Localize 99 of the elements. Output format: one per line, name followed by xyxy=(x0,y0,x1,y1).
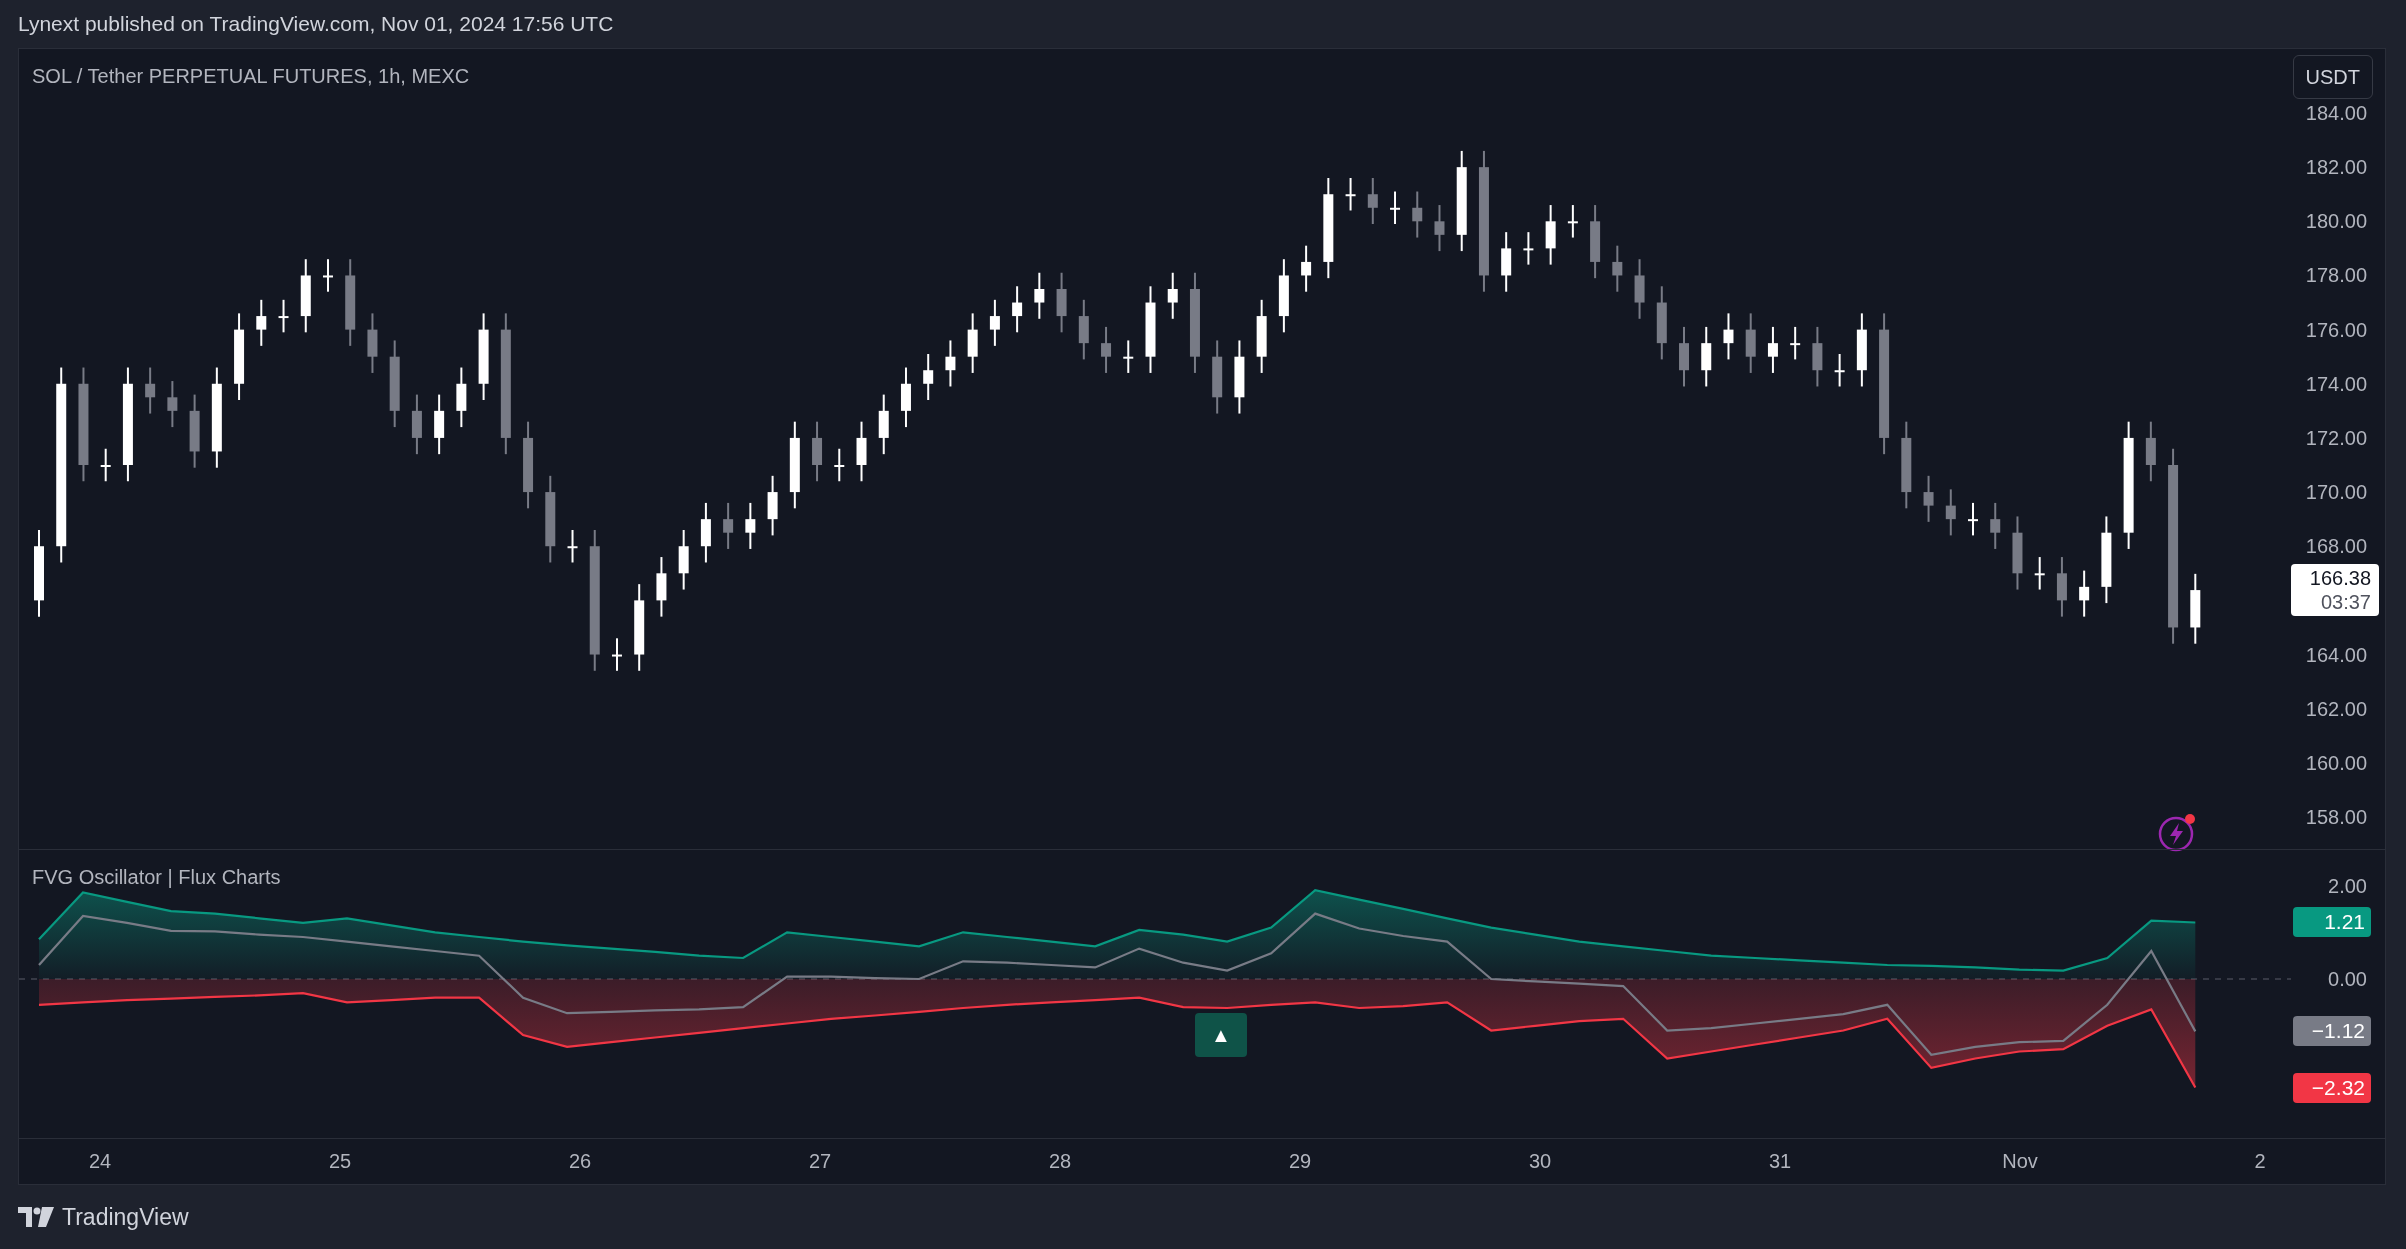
candle xyxy=(878,393,889,456)
price-axis-label: 184.00 xyxy=(2305,101,2367,125)
candle xyxy=(745,501,756,550)
candle xyxy=(1056,271,1067,334)
last-value-label: −1.12 xyxy=(2293,1016,2371,1047)
candle xyxy=(967,312,978,374)
candle xyxy=(1301,244,1312,293)
logo-icon xyxy=(18,1207,54,1227)
last-price: 166.38 xyxy=(2309,566,2371,591)
candle xyxy=(367,312,378,374)
candle xyxy=(1990,501,2001,550)
price-axis-label: 162.00 xyxy=(2305,696,2367,721)
candle xyxy=(1501,231,1512,293)
candle xyxy=(256,298,267,347)
time-axis-label: 30 xyxy=(1528,1149,1552,1173)
candle xyxy=(678,529,689,591)
price-axis-label: 172.00 xyxy=(2305,425,2367,450)
candle xyxy=(1679,325,1689,388)
last-value-label: 1.21 xyxy=(2293,907,2371,938)
candle xyxy=(767,474,778,537)
candle xyxy=(1523,231,1534,266)
time-axis-label: 26 xyxy=(568,1149,592,1173)
price-axis-label: 160.00 xyxy=(2305,750,2367,775)
candle xyxy=(1612,244,1623,293)
price-axis-label: 168.00 xyxy=(2305,534,2367,559)
candle xyxy=(2034,556,2045,591)
candle xyxy=(812,420,823,483)
candle xyxy=(1345,177,1356,212)
candle xyxy=(1767,325,1778,374)
indicator-title: FVG Oscillator | Flux Charts xyxy=(32,865,281,890)
candle xyxy=(1034,271,1045,320)
candle xyxy=(2056,556,2067,618)
candle xyxy=(700,501,711,564)
candle xyxy=(2079,569,2090,618)
candle xyxy=(1078,298,1089,361)
signal-label: ▲ xyxy=(1195,1013,1247,1057)
candle xyxy=(945,339,956,388)
candle xyxy=(1701,325,1712,388)
candle xyxy=(1367,177,1378,225)
countdown: 03:37 xyxy=(2320,590,2371,615)
time-axis-label: 25 xyxy=(328,1149,352,1173)
publish-info: Lynext published on TradingView.com, Nov 01, 2024 17:56 UTC xyxy=(18,11,614,38)
time-axis-label: 29 xyxy=(1288,1149,1312,1173)
candle xyxy=(167,380,178,429)
oscillator-axis-label: 0.00 xyxy=(2328,967,2367,992)
candle xyxy=(900,366,911,429)
candle xyxy=(1545,204,1556,266)
currency-button[interactable]: USDT xyxy=(2292,55,2373,99)
candle xyxy=(1412,190,1423,239)
time-axis-label: 31 xyxy=(1768,1149,1792,1173)
time-axis-label: 2 xyxy=(2254,1149,2266,1173)
last-value-label: −2.32 xyxy=(2293,1072,2371,1103)
candle xyxy=(856,420,867,483)
time-axis-label: 28 xyxy=(1048,1149,1072,1173)
candle xyxy=(656,556,667,618)
candle xyxy=(411,393,422,456)
price-axis-label: 180.00 xyxy=(2305,209,2367,234)
candle xyxy=(723,501,734,550)
time-axis-label: Nov xyxy=(2002,1149,2038,1173)
candle xyxy=(923,353,934,401)
candle xyxy=(2145,420,2156,483)
candle xyxy=(1101,325,1112,374)
candle xyxy=(1812,325,1823,388)
candle xyxy=(1634,258,1645,320)
price-axis-label: 182.00 xyxy=(2305,155,2367,180)
candle xyxy=(1390,190,1401,225)
candle xyxy=(1123,339,1134,374)
candle xyxy=(1968,501,1978,537)
candle xyxy=(834,447,845,483)
price-axis-label: 174.00 xyxy=(2305,371,2367,396)
candle xyxy=(145,366,156,415)
price-axis-label: 158.00 xyxy=(2305,805,2367,829)
candle xyxy=(456,366,467,429)
price-axis-label: 164.00 xyxy=(2305,642,2367,667)
candle xyxy=(100,447,111,483)
time-axis-label: 24 xyxy=(88,1149,112,1173)
candle xyxy=(1167,271,1178,320)
price-axis-label: 176.00 xyxy=(2305,317,2367,342)
candle xyxy=(1790,325,1801,361)
candle xyxy=(323,258,333,293)
candle xyxy=(278,298,289,334)
candle xyxy=(434,393,445,456)
candle xyxy=(567,529,578,564)
oscillator-axis-label: 2.00 xyxy=(2328,873,2367,898)
candle xyxy=(612,637,622,672)
brand-name: TradingView xyxy=(62,1202,189,1232)
candle xyxy=(1723,312,1734,361)
candle xyxy=(989,298,1000,347)
price-axis-label: 170.00 xyxy=(2305,480,2367,505)
candle xyxy=(1567,204,1578,239)
candle xyxy=(1012,285,1023,334)
symbol-title: SOL / Tether PERPETUAL FUTURES, 1h, MEXC xyxy=(32,64,470,89)
candle xyxy=(1923,474,1934,523)
time-axis-label: 27 xyxy=(808,1149,832,1173)
candle xyxy=(1945,488,1956,537)
candle xyxy=(1834,353,1845,388)
candle xyxy=(1745,312,1756,374)
candle xyxy=(1434,204,1445,253)
price-axis-label: 178.00 xyxy=(2305,263,2367,288)
